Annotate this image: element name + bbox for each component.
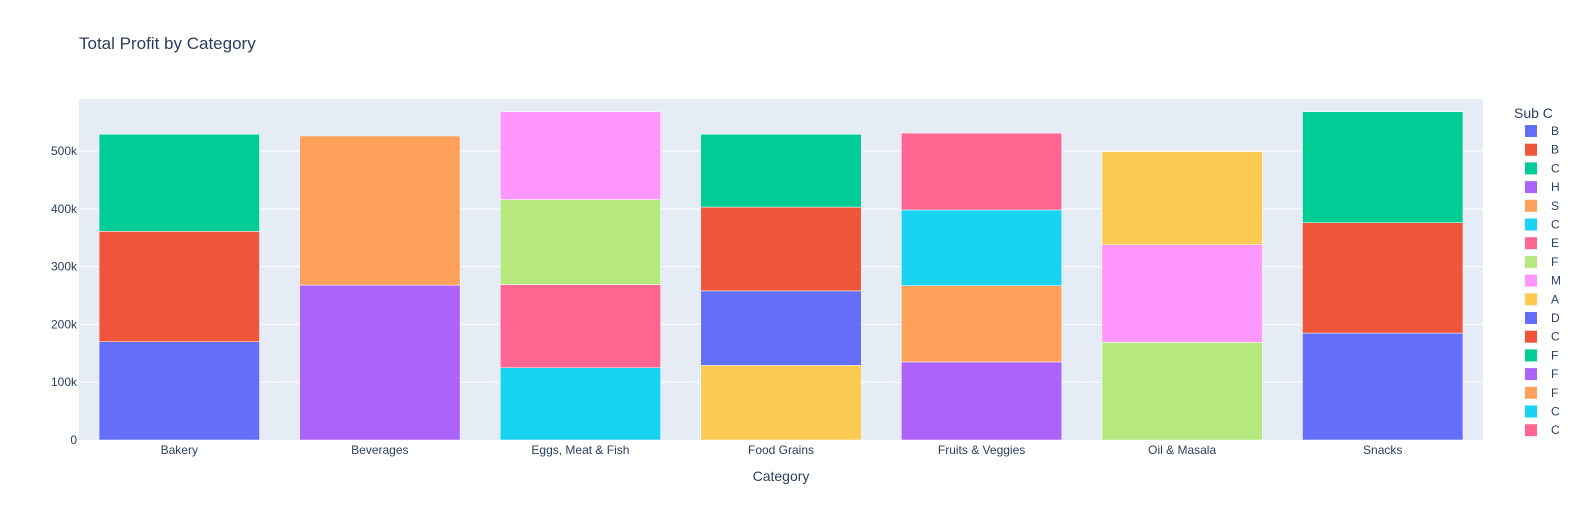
- y-tick-label: 200k: [51, 317, 78, 331]
- y-tick-label: 400k: [51, 202, 78, 216]
- legend-label: C: [1551, 423, 1560, 437]
- x-tick-label: Eggs, Meat & Fish: [531, 443, 629, 457]
- legend-swatch: [1525, 312, 1537, 324]
- legend-swatch: [1525, 424, 1537, 437]
- legend-swatch: [1525, 181, 1537, 194]
- bar-segment[interactable]: [98, 134, 260, 232]
- bar-segment[interactable]: [700, 365, 862, 441]
- legend-item[interactable]: C: [1525, 423, 1560, 437]
- x-tick-label: Oil & Masala: [1148, 443, 1216, 457]
- x-tick-label: Fruits & Veggies: [938, 443, 1025, 457]
- legend-item[interactable]: F: [1525, 255, 1558, 269]
- bar-segment[interactable]: [700, 206, 862, 292]
- y-tick-label: 0: [70, 433, 77, 447]
- legend-swatch: [1525, 218, 1537, 231]
- bar-segment[interactable]: [901, 209, 1063, 286]
- legend-label: M: [1551, 274, 1561, 288]
- legend-swatch: [1525, 330, 1537, 343]
- legend-label: S: [1551, 199, 1559, 213]
- legend-label: C: [1551, 161, 1560, 175]
- legend-label: F: [1551, 367, 1558, 381]
- bar-segment[interactable]: [700, 134, 862, 208]
- legend-title: Sub C: [1514, 105, 1553, 121]
- x-tick-label: Snacks: [1363, 443, 1402, 457]
- legend-item[interactable]: B: [1525, 143, 1559, 157]
- legend-label: D: [1551, 311, 1560, 325]
- y-tick-label: 500k: [51, 144, 78, 158]
- legend-swatch: [1525, 125, 1537, 137]
- bar-segment[interactable]: [299, 284, 461, 441]
- bar-segment[interactable]: [1302, 111, 1464, 223]
- legend-label: C: [1551, 218, 1560, 232]
- legend-swatch: [1525, 386, 1537, 399]
- bar-segment[interactable]: [901, 361, 1063, 441]
- legend-item[interactable]: C: [1525, 218, 1560, 232]
- bar-segment[interactable]: [499, 367, 661, 441]
- y-tick-label: 300k: [51, 260, 78, 274]
- legend-swatch: [1525, 143, 1537, 156]
- bar-segment[interactable]: [499, 284, 661, 369]
- legend-swatch: [1525, 237, 1537, 250]
- legend-label: H: [1551, 180, 1560, 194]
- bar-segment[interactable]: [499, 111, 661, 200]
- legend-item[interactable]: A: [1525, 292, 1559, 306]
- x-tick-label: Bakery: [161, 443, 198, 457]
- chart-title: Total Profit by Category: [79, 34, 256, 53]
- bar-segment[interactable]: [98, 341, 260, 441]
- bar-segment[interactable]: [1101, 151, 1263, 245]
- bar-segment[interactable]: [1302, 222, 1464, 334]
- legend-swatch: [1525, 368, 1537, 381]
- legend-label: F: [1551, 386, 1558, 400]
- stacked-bar-chart: Total Profit by Category 0 100k 200k 300k 40…: [51, 34, 1561, 484]
- y-tick-label: 100k: [51, 375, 78, 389]
- legend-label: F: [1551, 255, 1558, 269]
- legend-item[interactable]: F: [1525, 348, 1558, 362]
- x-axis-label: Category: [753, 468, 810, 484]
- legend-label: C: [1551, 405, 1560, 419]
- bar-segment[interactable]: [1101, 244, 1263, 343]
- legend-swatch: [1525, 349, 1537, 362]
- bar-segment[interactable]: [299, 135, 461, 286]
- bar-segment[interactable]: [700, 290, 862, 366]
- legend-item[interactable]: M: [1525, 274, 1561, 288]
- legend-label: B: [1551, 124, 1559, 138]
- bar-segment[interactable]: [1101, 342, 1263, 441]
- legend-item[interactable]: D: [1525, 311, 1560, 325]
- legend-label: C: [1551, 330, 1560, 344]
- legend-swatch: [1525, 199, 1537, 212]
- legend-item[interactable]: C: [1525, 330, 1560, 344]
- legend-item[interactable]: C: [1525, 161, 1560, 175]
- legend-item[interactable]: C: [1525, 405, 1560, 419]
- legend-swatch: [1525, 405, 1537, 418]
- bar-segment[interactable]: [1302, 332, 1464, 441]
- legend-label: B: [1551, 143, 1559, 157]
- bar-segment[interactable]: [901, 132, 1063, 211]
- bar-segment[interactable]: [98, 231, 260, 342]
- legend-item[interactable]: F: [1525, 386, 1558, 400]
- legend-label: E: [1551, 236, 1559, 250]
- legend-swatch: [1525, 255, 1537, 268]
- legend-item[interactable]: H: [1525, 180, 1560, 194]
- legend-label: A: [1551, 292, 1559, 306]
- legend-swatch: [1525, 162, 1537, 175]
- x-tick-label: Beverages: [351, 443, 408, 457]
- x-tick-label: Food Grains: [748, 443, 814, 457]
- legend-swatch: [1525, 274, 1537, 287]
- legend-item[interactable]: F: [1525, 367, 1558, 381]
- legend-item[interactable]: S: [1525, 199, 1559, 213]
- legend-label: F: [1551, 348, 1558, 362]
- legend-item[interactable]: B: [1525, 124, 1559, 138]
- legend-item[interactable]: E: [1525, 236, 1559, 250]
- bar-segment[interactable]: [901, 285, 1063, 363]
- legend-swatch: [1525, 293, 1537, 306]
- bar-segment[interactable]: [499, 199, 661, 285]
